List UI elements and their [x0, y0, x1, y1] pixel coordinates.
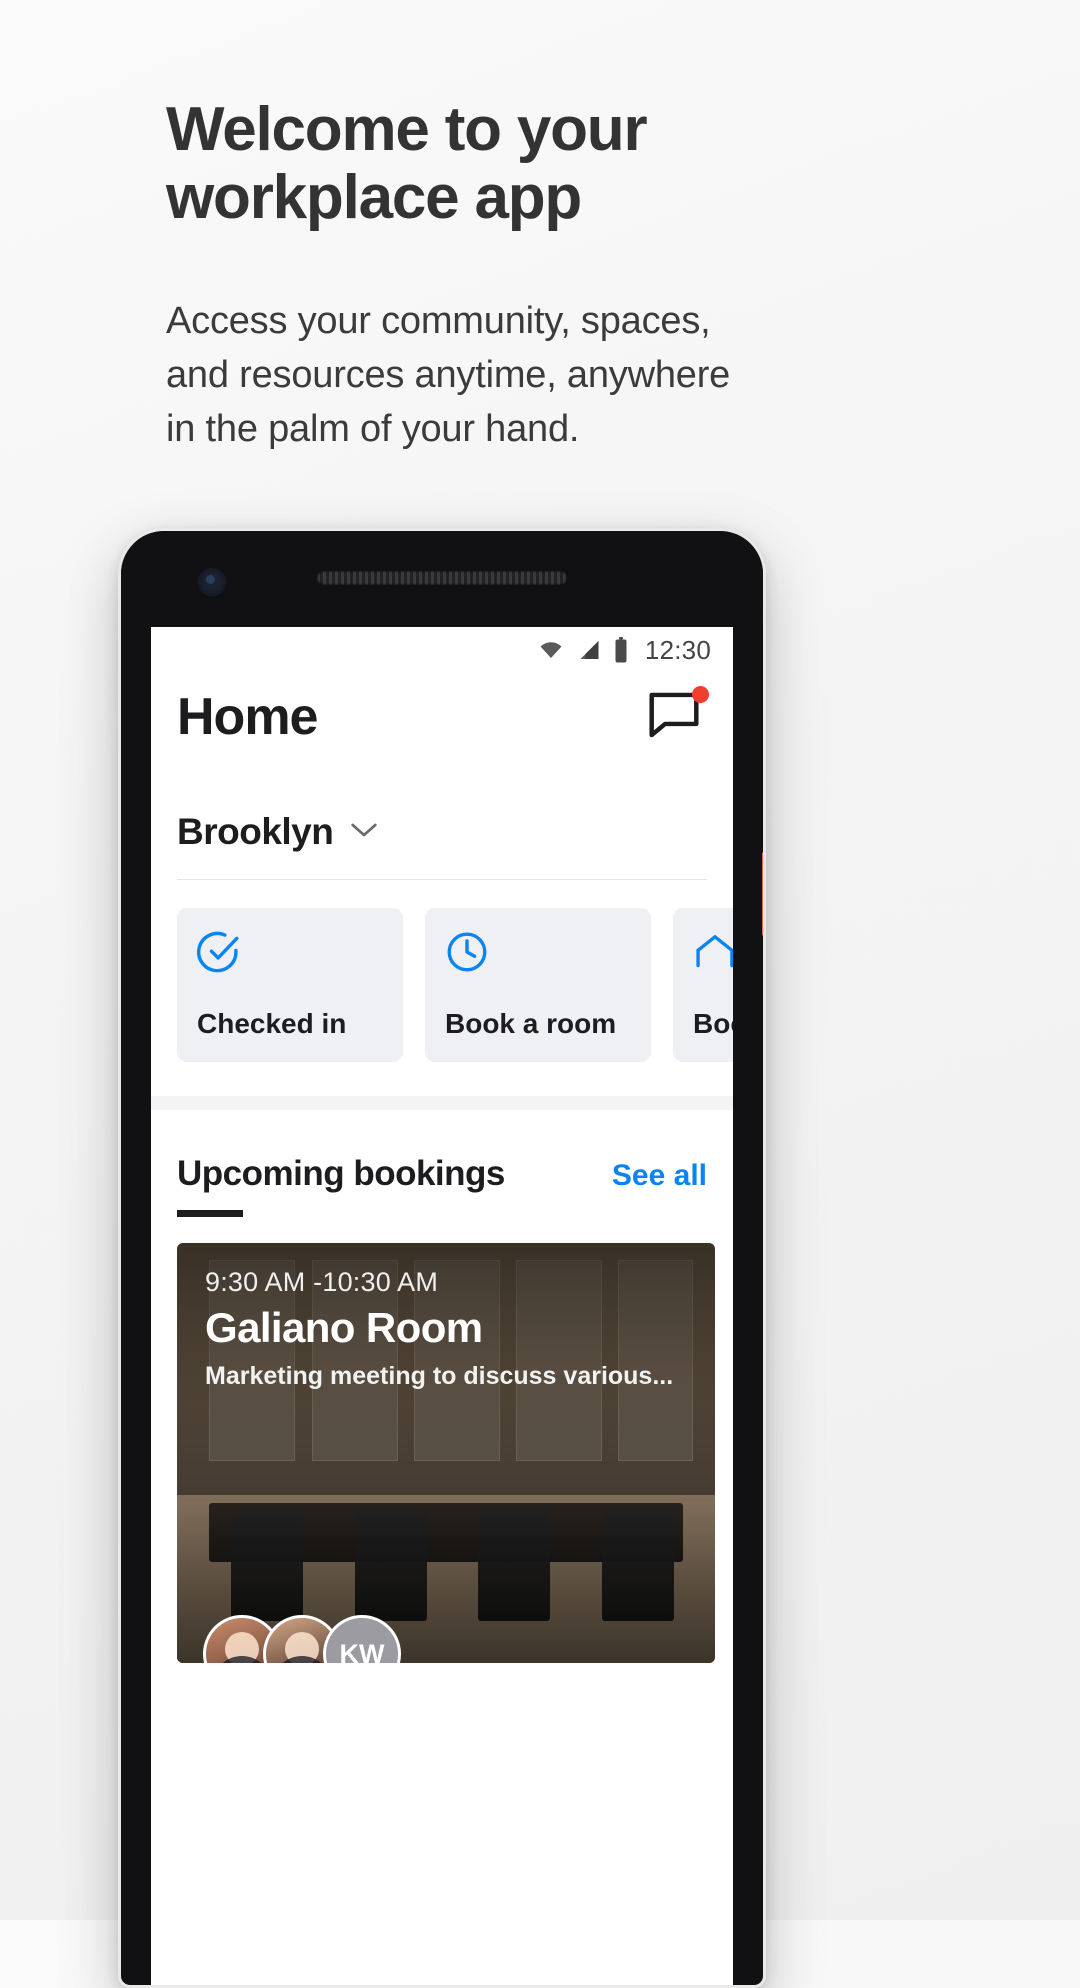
booking-card[interactable]: 9:30 AM -10:30 AM Galiano Room Marketing… — [177, 1243, 715, 1663]
check-circle-icon — [197, 930, 383, 979]
quick-action-book-a-room[interactable]: Book a room — [425, 908, 651, 1062]
promo-body: Access your community, spaces, and resou… — [166, 300, 731, 450]
quick-action-book-a-desk[interactable]: Book a desk — [673, 908, 733, 1062]
battery-icon — [613, 637, 629, 663]
messages-button[interactable] — [645, 686, 709, 746]
booking-description: Marketing meeting to discuss various... — [205, 1362, 674, 1390]
promo-block: Welcome to your workplace app Access you… — [166, 96, 806, 456]
section-separator — [151, 1096, 733, 1110]
status-time: 12:30 — [644, 634, 711, 665]
booking-room-name: Galiano Room — [205, 1304, 483, 1351]
booking-time: 9:30 AM -10:30 AM — [205, 1267, 439, 1297]
desk-icon — [693, 930, 733, 979]
screen-title: Home — [177, 688, 318, 746]
app-header: Home — [151, 673, 733, 747]
quick-action-label: Checked in — [197, 1008, 347, 1039]
attendee-avatars[interactable]: KW — [203, 1615, 401, 1663]
location-selector[interactable]: Brooklyn — [151, 747, 733, 853]
cellular-signal-icon — [576, 638, 603, 662]
location-name: Brooklyn — [177, 811, 334, 852]
section-title: Upcoming bookings — [177, 1154, 505, 1193]
see-all-link[interactable]: See all — [612, 1159, 707, 1193]
quick-action-label: Book a desk — [693, 1008, 733, 1039]
phone-bezel-top — [121, 531, 763, 627]
status-bar: 12:30 — [151, 627, 733, 673]
avatar-initials[interactable]: KW — [323, 1615, 401, 1663]
chat-bubble-icon — [645, 692, 703, 746]
quick-actions-strip[interactable]: Checked in Book a room Bo — [151, 880, 733, 1096]
page-title: Welcome to your workplace app — [166, 95, 648, 232]
front-camera — [199, 569, 225, 595]
earpiece-speaker — [317, 571, 567, 585]
booking-info: 9:30 AM -10:30 AM Galiano Room Marketing… — [205, 1267, 691, 1391]
quick-action-label: Book a room — [445, 1008, 617, 1039]
phone-screen: 12:30 Home Brooklyn Checked in Book a ro… — [151, 627, 733, 1985]
quick-action-checked-in[interactable]: Checked in — [177, 908, 403, 1062]
section-underline — [177, 1210, 243, 1217]
clock-icon — [445, 930, 631, 979]
power-button[interactable] — [762, 851, 763, 937]
bookings-carousel[interactable]: 9:30 AM -10:30 AM Galiano Room Marketing… — [151, 1217, 733, 1663]
bookings-section-header: Upcoming bookings See all — [151, 1110, 733, 1194]
unread-badge — [692, 686, 709, 703]
chevron-down-icon — [349, 821, 379, 844]
phone-mockup: 12:30 Home Brooklyn Checked in Book a ro… — [118, 528, 766, 1988]
wifi-icon — [536, 638, 566, 662]
